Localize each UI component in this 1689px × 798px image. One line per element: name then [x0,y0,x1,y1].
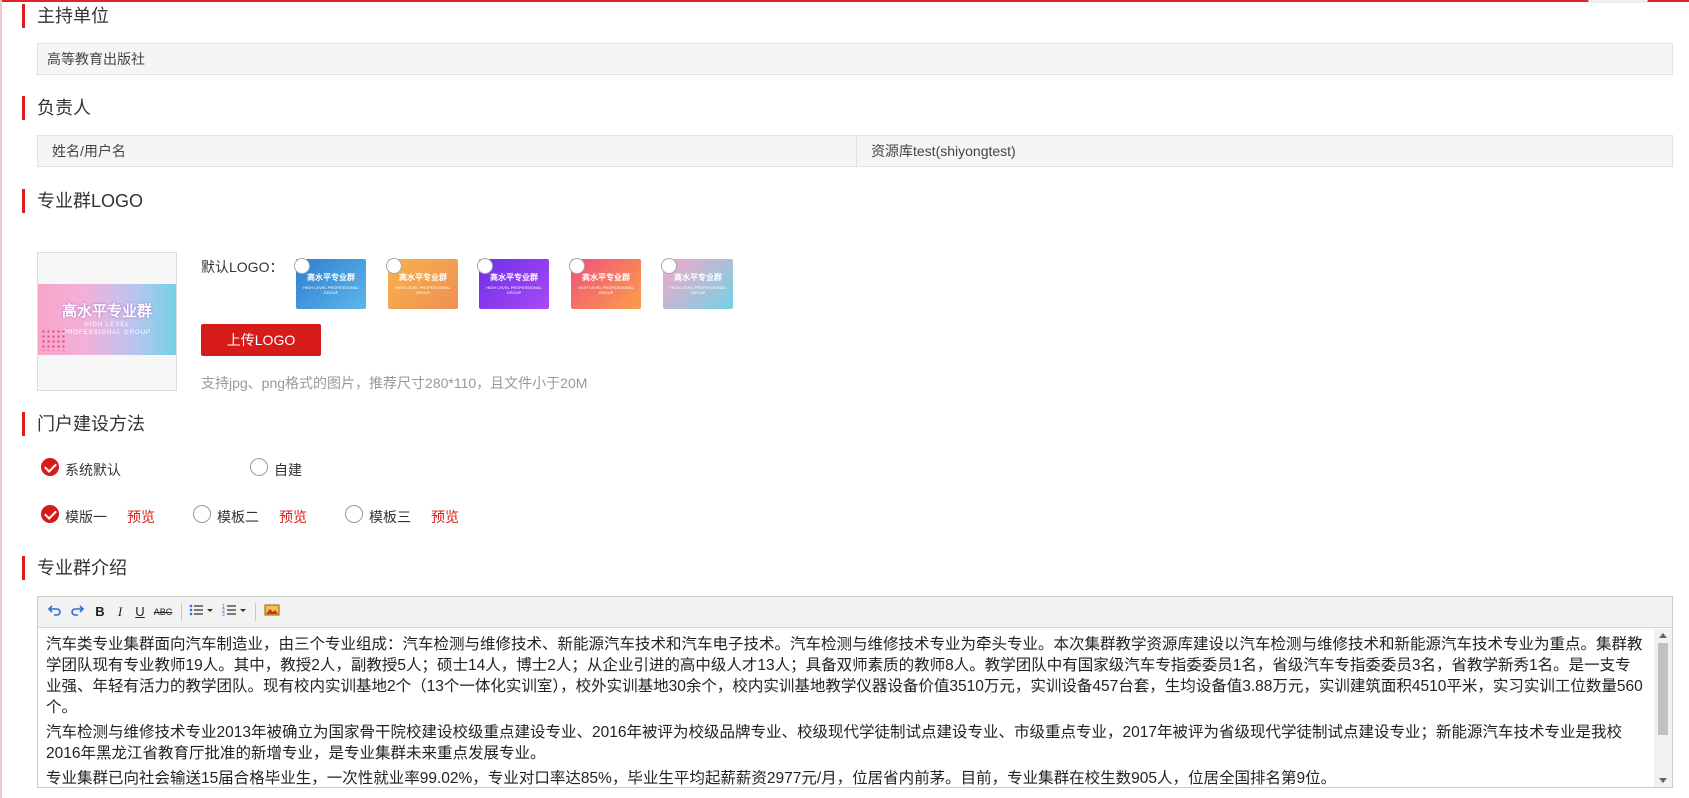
template-preview-link-2[interactable]: 预览 [279,507,307,527]
section-title-logo: 专业群LOGO [22,189,143,213]
template-label-1: 模版一 [65,509,107,525]
editor-content[interactable]: 汽车类专业集群面向汽车制造业，由三个专业组成：汽车检测与维修技术、新能源汽车技术… [38,629,1652,787]
scrollbar-thumb[interactable] [1658,643,1668,735]
unordered-list-icon[interactable] [188,603,216,621]
intro-paragraph-1: 汽车类专业集群面向汽车制造业，由三个专业组成：汽车检测与维修技术、新能源汽车技术… [46,636,1643,716]
section-title-host: 主持单位 [22,4,109,28]
method-radio-system-default[interactable] [41,458,59,476]
default-logo-radio-3[interactable] [477,258,493,274]
section-title-leader: 负责人 [22,96,91,120]
host-unit-field[interactable]: 高等教育出版社 [37,43,1673,75]
template-radio-2[interactable] [193,505,211,523]
template-label-3: 模板三 [369,509,411,525]
editor-toolbar: B I U ABC 123 [38,597,1672,628]
default-logo-radio-1[interactable] [294,258,310,274]
toolbar-separator [255,603,256,621]
upload-logo-button[interactable]: 上传LOGO [201,324,321,356]
ordered-list-icon[interactable]: 123 [221,603,249,621]
template-label-2: 模板二 [217,509,259,525]
left-border [0,0,2,798]
template-radio-1[interactable] [41,505,59,523]
top-right-tab [1588,0,1648,3]
logo-preview: 高水平专业群 HIGH LEVEL PROFESSIONAL GROUP [37,252,177,391]
dots-decoration [41,329,65,351]
leader-name-label: 姓名/用户名 [37,135,857,167]
image-icon[interactable] [262,603,282,621]
underline-button[interactable]: U [132,603,148,621]
default-logo-radio-2[interactable] [386,258,402,274]
logo-preview-subtitle-1: HIGH LEVEL [84,322,130,328]
rich-text-editor[interactable]: B I U ABC 123 汽车类专业集群面向汽车制造业，由三个专业组成：汽车检… [37,596,1673,788]
intro-paragraph-2: 汽车检测与维修技术专业2013年被确立为国家骨干院校建设校级重点建设专业、201… [46,724,1622,762]
editor-scrollbar[interactable] [1654,629,1672,787]
undo-icon[interactable] [46,603,64,621]
strikethrough-button[interactable]: ABC [152,603,174,621]
bold-button[interactable]: B [92,603,108,621]
logo-preview-title: 高水平专业群 [61,303,152,320]
upload-hint: 支持jpg、png格式的图片，推荐尺寸280*110，且文件小于20M [201,375,588,391]
template-preview-link-1[interactable]: 预览 [127,507,155,527]
leader-value-field[interactable]: 资源库test(shiyongtest) [856,135,1673,167]
svg-text:3: 3 [222,612,225,617]
template-preview-link-3[interactable]: 预览 [431,507,459,527]
logo-preview-banner: 高水平专业群 HIGH LEVEL PROFESSIONAL GROUP [38,284,176,355]
section-title-portal: 门户建设方法 [22,412,145,436]
default-logo-radio-4[interactable] [569,258,585,274]
italic-button[interactable]: I [112,603,128,621]
section-title-intro: 专业群介绍 [22,556,127,580]
method-label-system-default: 系统默认 [65,462,121,478]
scroll-up-arrow-icon[interactable] [1659,633,1667,638]
template-radio-3[interactable] [345,505,363,523]
top-accent-line [0,0,1689,2]
default-logo-radio-5[interactable] [661,258,677,274]
intro-paragraph-3: 专业集群已向社会输送15届合格毕业生，一次性就业率99.02%，专业对口率达85… [46,770,1337,787]
method-radio-self-built[interactable] [250,458,268,476]
method-label-self-built: 自建 [274,462,302,478]
toolbar-separator [181,603,182,621]
default-logo-label: 默认LOGO： [201,259,284,275]
redo-icon[interactable] [68,603,86,621]
scroll-down-arrow-icon[interactable] [1659,778,1667,783]
